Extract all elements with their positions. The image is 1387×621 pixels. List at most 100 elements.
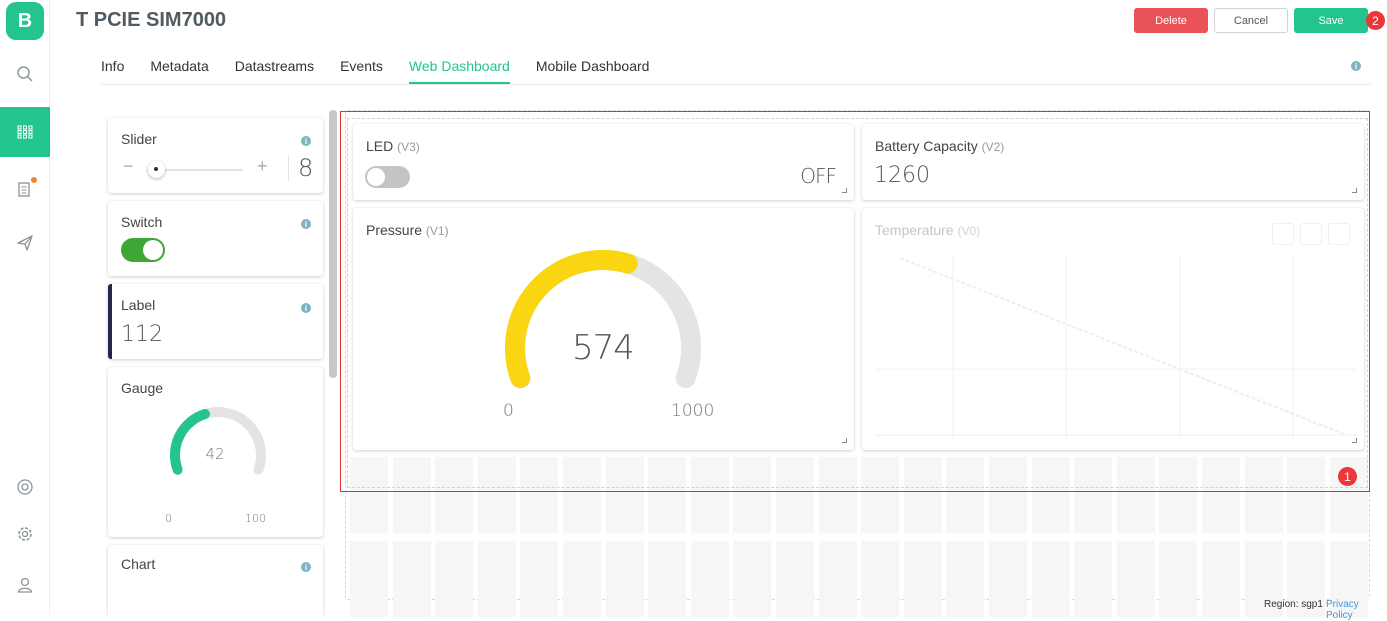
palette-slider-widget[interactable]: Slider i − + 8 [108, 118, 323, 193]
delete-button[interactable]: Delete [1134, 8, 1208, 33]
search-icon [17, 66, 33, 82]
grid-cell [563, 541, 601, 617]
temperature-chart-widget[interactable]: Temperature (V0) [862, 208, 1364, 450]
minus-icon[interactable]: − [123, 156, 134, 177]
tabs-divider [101, 84, 1370, 85]
region-label: Region: sgp1 [1264, 599, 1323, 610]
grid-cell [1074, 541, 1113, 617]
grid-cell [733, 541, 772, 617]
grid-cell [946, 541, 985, 617]
blynk-logo[interactable]: B [6, 2, 44, 40]
user-icon [17, 577, 33, 593]
palette-scrollbar[interactable] [329, 110, 337, 378]
grid-cell [690, 541, 729, 617]
grid-cell [648, 541, 687, 617]
led-state: OFF [800, 164, 837, 188]
resize-handle[interactable] [1352, 188, 1357, 193]
settings-nav-button[interactable] [0, 509, 50, 559]
pressure-gauge-graphic [505, 250, 701, 389]
grid-cell [903, 541, 942, 617]
grid-icon [17, 125, 33, 139]
grid-cell [989, 541, 1027, 617]
search-nav-button[interactable] [0, 49, 50, 99]
grid-cell [1031, 541, 1070, 617]
tab-events[interactable]: Events [340, 58, 383, 84]
profile-nav-button[interactable] [0, 560, 50, 610]
left-navigation: B [0, 0, 50, 615]
palette-label-widget[interactable]: Label i 112 [108, 284, 323, 359]
grid-cell [520, 541, 559, 617]
widget-palette: Slider i − + 8 Switch i Label i 112 Gaug… [100, 110, 330, 615]
switch-toggle[interactable] [121, 238, 165, 262]
fullscreen-icon[interactable] [1272, 223, 1294, 245]
gear-icon [18, 527, 32, 541]
temperature-chart-area [876, 254, 1356, 439]
tab-datastreams[interactable]: Datastreams [235, 58, 314, 84]
selection-step-badge: 1 [1338, 467, 1357, 486]
info-icon[interactable]: i [301, 303, 311, 313]
pressure-value: 574 [572, 328, 635, 368]
grid-cell [1159, 541, 1198, 617]
widget-title: Battery Capacity (V2) [875, 138, 1005, 154]
widget-name: Label [121, 297, 156, 313]
document-icon [18, 182, 30, 197]
cancel-button[interactable]: Cancel [1214, 8, 1288, 33]
tab-web-dashboard[interactable]: Web Dashboard [408, 58, 510, 84]
palette-switch-widget[interactable]: Switch i [108, 201, 323, 276]
battery-capacity-widget[interactable]: Battery Capacity (V2) 1260 [862, 124, 1364, 200]
chart-toolbar [1272, 223, 1350, 245]
settings-icon[interactable] [1300, 223, 1322, 245]
gauge-max: 100 [245, 512, 266, 525]
widget-name: Gauge [121, 380, 164, 396]
send-nav-button[interactable] [0, 218, 50, 268]
widget-name: Chart [121, 556, 156, 572]
gauge-value: 42 [205, 445, 225, 463]
grid-cell [350, 541, 388, 617]
info-icon[interactable]: i [301, 562, 311, 572]
widget-name: Switch [121, 214, 163, 230]
led-widget[interactable]: LED (V3) OFF [353, 124, 854, 200]
grid-cell [435, 541, 474, 617]
info-icon[interactable]: i [1351, 61, 1361, 71]
grid-cell [392, 541, 431, 617]
help-nav-button[interactable] [0, 462, 50, 512]
tab-mobile-dashboard[interactable]: Mobile Dashboard [536, 58, 650, 84]
gauge-min: 0 [165, 512, 172, 525]
palette-gauge-widget[interactable]: Gauge 42 0 100 [108, 367, 323, 537]
grid-cell [1116, 541, 1155, 617]
resize-handle[interactable] [1352, 438, 1357, 443]
label-value: 112 [121, 322, 163, 347]
pressure-min: 0 [503, 401, 514, 421]
resize-handle[interactable] [842, 188, 847, 193]
plus-icon[interactable]: + [257, 156, 268, 177]
resize-handle[interactable] [842, 438, 847, 443]
pressure-gauge-widget[interactable]: Pressure (V1) 574 0 1000 [353, 208, 854, 450]
grid-cell [861, 541, 900, 617]
save-button[interactable]: Save [1294, 8, 1368, 33]
info-icon[interactable]: i [301, 136, 311, 146]
grid-cell [477, 541, 516, 617]
widget-title: Temperature (V0) [875, 222, 981, 238]
grid-cell [605, 541, 644, 617]
save-step-badge: 2 [1366, 11, 1385, 30]
privacy-policy-link[interactable]: Privacy Policy [1326, 599, 1387, 621]
widget-name: Slider [121, 131, 157, 147]
devices-nav-button[interactable] [0, 164, 50, 214]
pressure-max: 1000 [671, 401, 715, 421]
palette-chart-widget[interactable]: Chart i [108, 545, 323, 615]
led-toggle[interactable] [365, 166, 410, 188]
lifebuoy-icon [17, 479, 33, 495]
tab-bar: Info Metadata Datastreams Events Web Das… [101, 58, 675, 84]
send-icon [17, 235, 33, 251]
slider-thumb[interactable] [148, 161, 165, 178]
widget-title: LED (V3) [366, 138, 420, 154]
widget-title: Pressure (V1) [366, 222, 449, 238]
battery-value: 1260 [874, 163, 930, 188]
templates-nav-button[interactable] [0, 107, 50, 157]
page-title: T PCIE SIM7000 [76, 9, 227, 31]
tab-metadata[interactable]: Metadata [150, 58, 208, 84]
info-icon[interactable]: i [301, 219, 311, 229]
delete-icon[interactable] [1328, 223, 1350, 245]
grid-cell [776, 541, 814, 617]
tab-info[interactable]: Info [101, 58, 124, 84]
